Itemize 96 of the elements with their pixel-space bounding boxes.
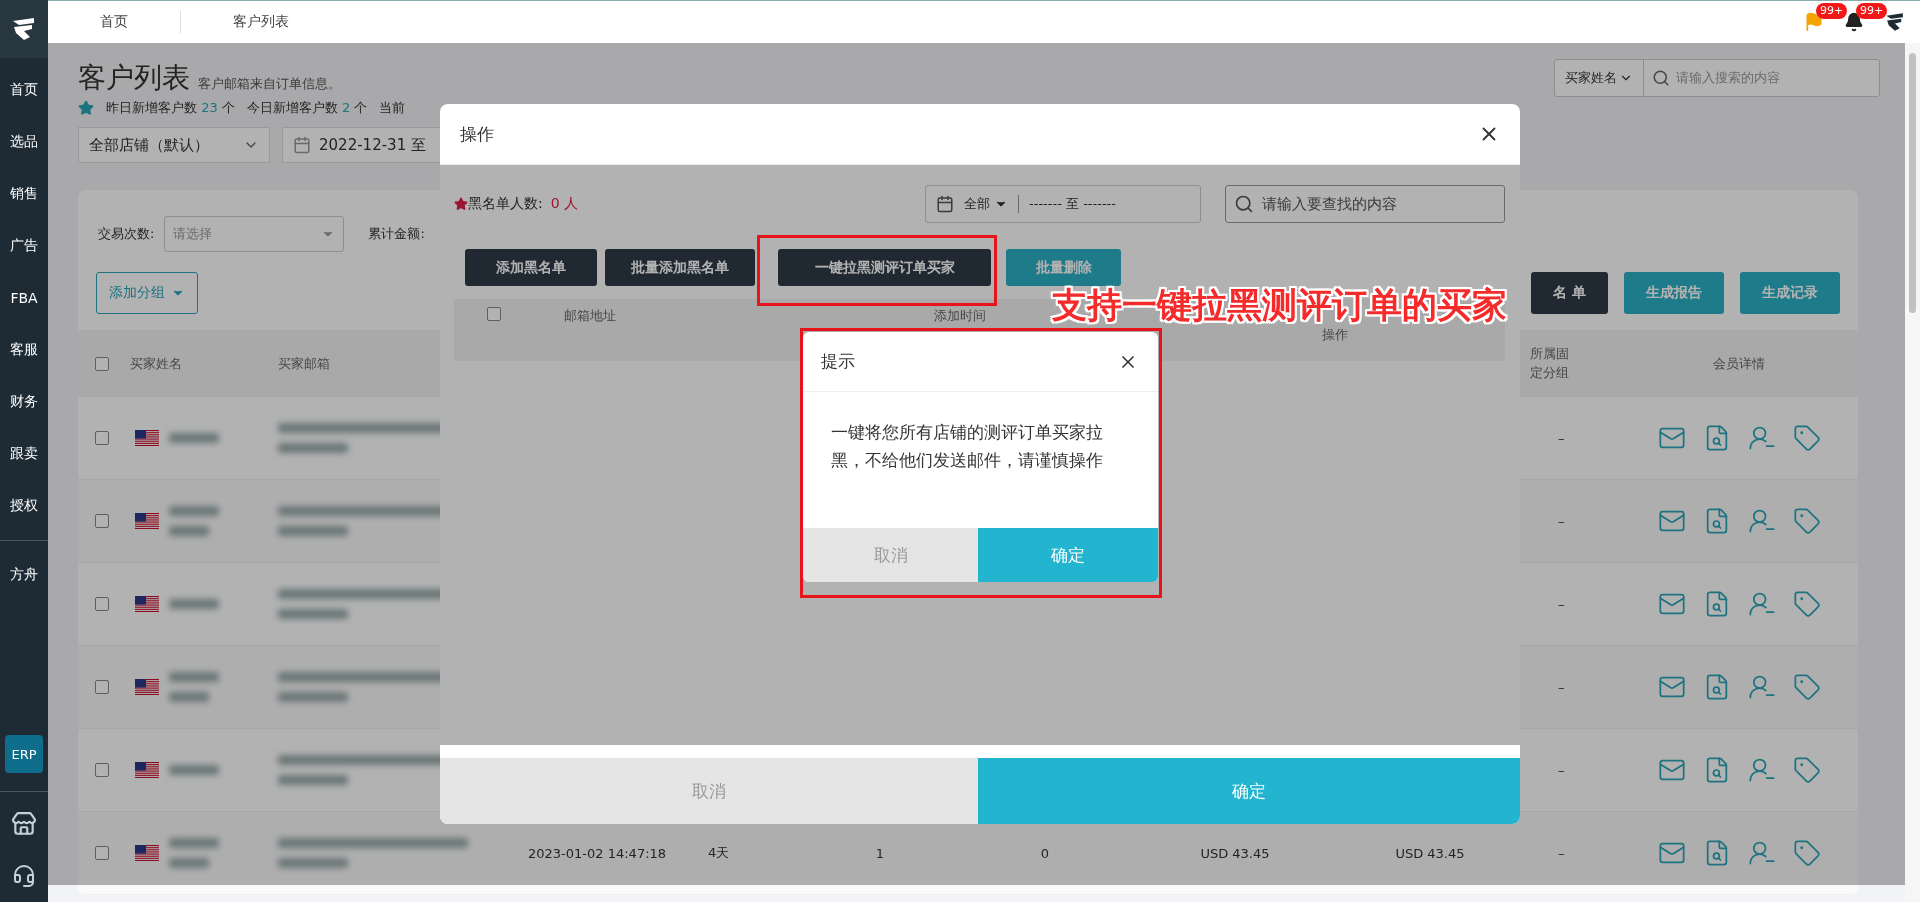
dialog-title: 提示 xyxy=(821,350,855,373)
checkbox[interactable] xyxy=(94,846,109,860)
calendar-icon xyxy=(936,195,954,213)
sidebar-item[interactable]: 跟卖 xyxy=(0,428,48,480)
search-icon xyxy=(1234,194,1254,214)
table-cell: – xyxy=(1558,762,1565,778)
checkbox[interactable] xyxy=(94,514,109,528)
us-flag-icon xyxy=(135,430,159,446)
store-select[interactable]: 全部店铺（默认） xyxy=(78,127,270,163)
search-field-select[interactable]: 买家姓名 xyxy=(1555,60,1644,96)
tag-icon[interactable] xyxy=(1792,507,1821,535)
page-subtitle: 客户邮箱来自订单信息。 xyxy=(198,75,341,93)
blurred-name xyxy=(169,433,219,443)
search-icon xyxy=(1652,69,1670,87)
star-icon xyxy=(454,197,468,211)
action-button[interactable]: 名 单 xyxy=(1531,272,1608,314)
blurred-name xyxy=(169,672,219,702)
date-range-field[interactable]: 全部 ------- 至 ------- xyxy=(925,185,1201,223)
blacklist-count: 黑名单人数: 0 人 xyxy=(468,195,579,213)
checkbox[interactable] xyxy=(94,431,109,445)
filter-label: 累计金额: xyxy=(368,225,425,243)
user-minus-icon[interactable] xyxy=(1747,756,1776,784)
sidebar-item[interactable]: 财务 xyxy=(0,376,48,428)
us-flag-icon xyxy=(135,596,159,612)
action-button[interactable]: 一键拉黑测评订单买家 xyxy=(778,249,991,286)
column-header: 买家邮箱 xyxy=(278,354,330,373)
checkbox[interactable] xyxy=(487,307,501,321)
column-header: 操作 xyxy=(1322,326,1348,344)
sidebar-item[interactable]: 广告 xyxy=(0,220,48,272)
sidebar-item[interactable]: 客服 xyxy=(0,324,48,376)
blurred-name xyxy=(169,599,219,609)
column-header: 所属固定分组 xyxy=(1530,345,1570,382)
notification-badge: 99+ xyxy=(1816,3,1848,19)
action-button[interactable]: 添加黑名单 xyxy=(465,249,597,286)
bell-icon[interactable] xyxy=(1844,12,1864,32)
checkbox[interactable] xyxy=(94,763,109,777)
blurred-name xyxy=(169,838,219,868)
table-cell: 0 xyxy=(1040,845,1050,861)
sidebar-item[interactable]: 销售 xyxy=(0,168,48,220)
tag-icon[interactable] xyxy=(1792,839,1821,867)
breadcrumb-link[interactable]: 首页 xyxy=(48,13,180,31)
column-header: 添加时间 xyxy=(934,307,986,325)
filter-label: 交易次数: xyxy=(98,225,155,243)
avatar-logo-icon[interactable] xyxy=(1884,11,1906,33)
column-header: 邮箱地址 xyxy=(564,307,616,325)
tag-icon[interactable] xyxy=(1792,424,1821,452)
us-flag-icon xyxy=(135,762,159,778)
table-cell: USD 43.45 xyxy=(1395,845,1465,861)
table-cell: USD 43.45 xyxy=(1200,845,1270,861)
logo-icon xyxy=(1884,11,1906,33)
calendar-icon xyxy=(293,136,311,154)
sidebar-item[interactable]: 授权 xyxy=(0,480,48,532)
checkbox[interactable] xyxy=(94,680,109,694)
stat-text: 今日新增客户数 2 个 xyxy=(246,99,368,117)
breadcrumb-link[interactable]: 客户列表 xyxy=(181,13,341,31)
user-minus-icon[interactable] xyxy=(1747,839,1776,867)
column-header: 买家姓名 xyxy=(130,354,182,373)
us-flag-icon xyxy=(135,679,159,695)
blurred-name xyxy=(169,765,219,775)
flag-icon[interactable] xyxy=(1804,12,1824,32)
tag-icon[interactable] xyxy=(1792,673,1821,701)
blurred-name xyxy=(169,506,219,536)
table-cell: 2023-01-02 14:47:18 xyxy=(528,845,667,861)
table-cell: – xyxy=(1558,430,1565,446)
us-flag-icon xyxy=(135,845,159,861)
checkbox[interactable] xyxy=(94,356,109,371)
sidebar-item[interactable]: FBA xyxy=(0,272,48,324)
tag-icon[interactable] xyxy=(1792,590,1821,618)
user-minus-icon[interactable] xyxy=(1747,424,1776,452)
table-cell: 1 xyxy=(875,845,885,861)
page-title: 客户列表 xyxy=(78,60,190,96)
erp-button[interactable]: ERP xyxy=(5,735,43,773)
table-cell: – xyxy=(1558,679,1565,695)
user-minus-icon[interactable] xyxy=(1747,590,1776,618)
sidebar-item[interactable]: 首页 xyxy=(0,64,48,116)
stat-text: 当前 xyxy=(379,99,406,117)
user-minus-icon[interactable] xyxy=(1747,673,1776,701)
annotation-text: 支持一键拉黑测评订单的买家 xyxy=(1052,287,1507,323)
user-minus-icon[interactable] xyxy=(1747,507,1776,535)
table-cell: – xyxy=(1558,596,1565,612)
sidebar-item[interactable]: 选品 xyxy=(0,116,48,168)
table-cell: 4天 xyxy=(708,844,730,862)
checkbox[interactable] xyxy=(94,597,109,611)
notification-badge: 99+ xyxy=(1856,3,1888,19)
search-field[interactable]: 请输入要查找的内容 xyxy=(1225,185,1505,223)
table-cell: – xyxy=(1558,513,1565,529)
dialog-message: 一键将您所有店铺的测评订单买家拉黑，不给他们发送邮件，请谨慎操作 xyxy=(830,421,1104,472)
tag-icon[interactable] xyxy=(1792,756,1821,784)
stat-text: 昨日新增客户数 23 个 xyxy=(106,99,235,117)
sidebar-item[interactable]: 方舟 xyxy=(0,549,48,601)
column-header: 会员详情 xyxy=(1713,354,1765,373)
star-icon xyxy=(78,100,94,116)
action-button[interactable]: 批量添加黑名单 xyxy=(605,249,755,286)
table-cell: – xyxy=(1558,845,1565,861)
search-group[interactable]: 买家姓名 请输入搜索的内容 xyxy=(1554,59,1880,97)
us-flag-icon xyxy=(135,513,159,529)
